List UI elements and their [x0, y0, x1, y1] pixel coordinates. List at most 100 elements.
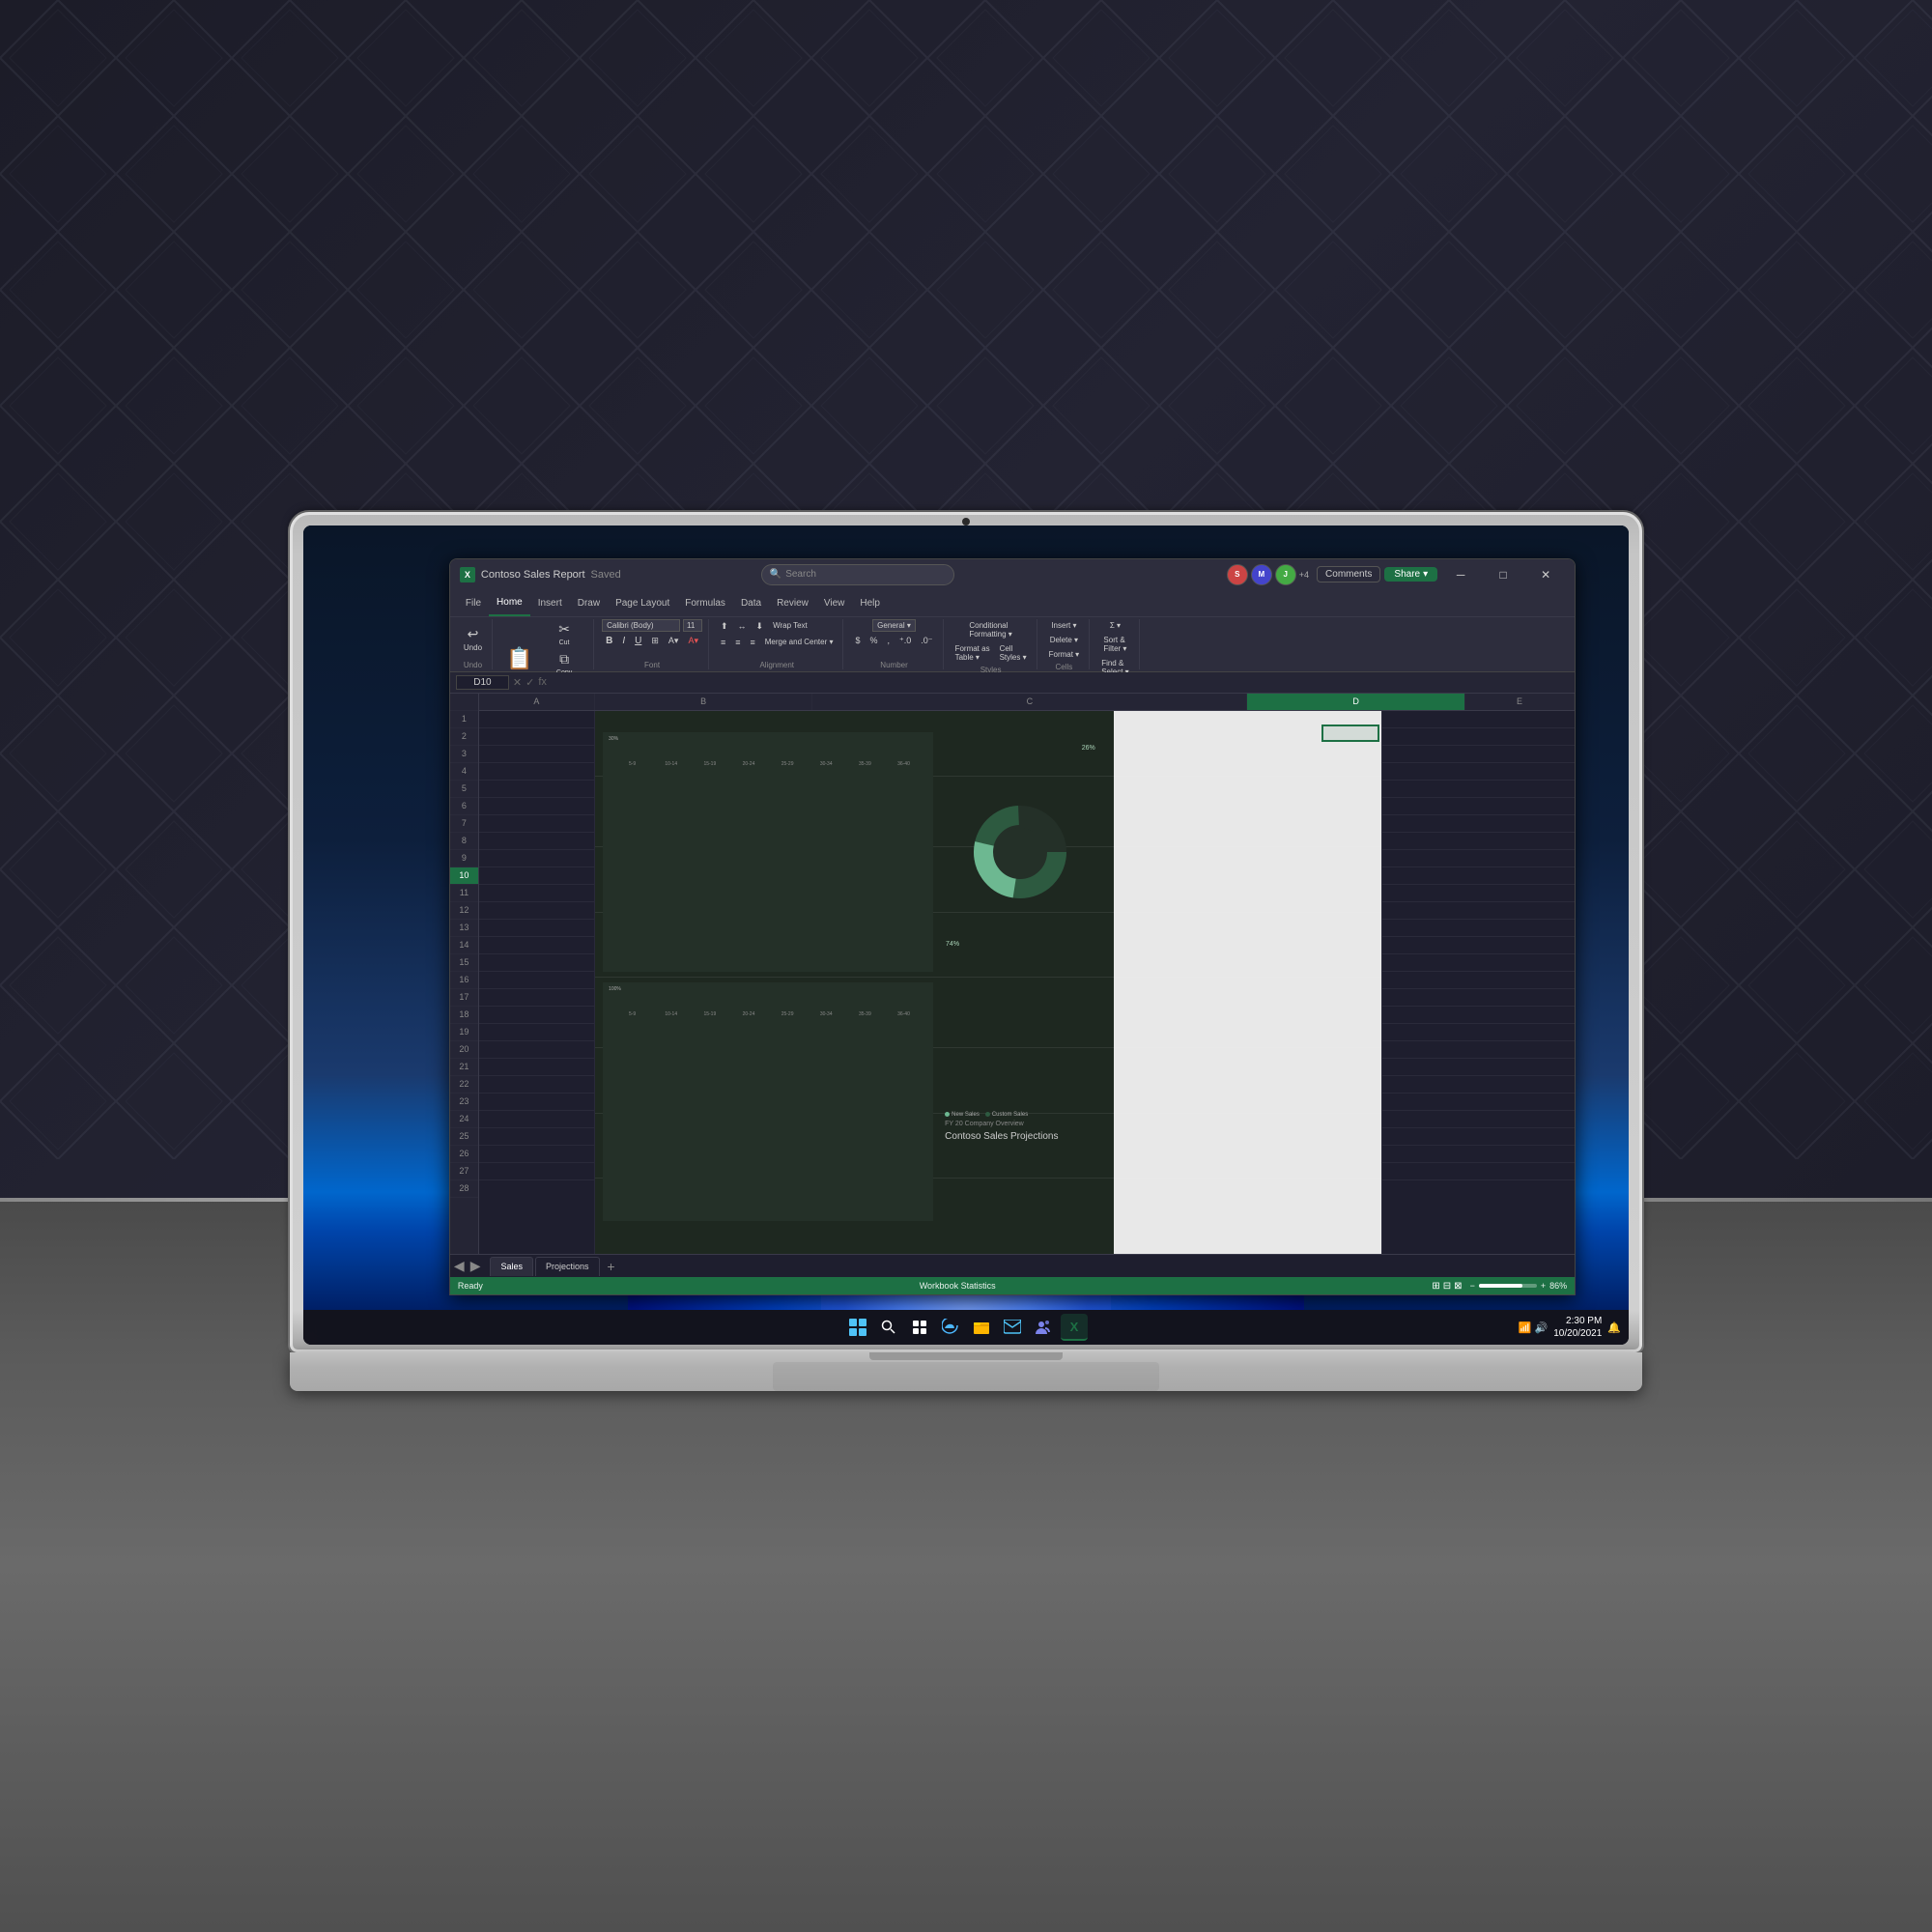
explorer-button[interactable]	[968, 1314, 995, 1341]
task-view-button[interactable]	[906, 1314, 933, 1341]
tab-page-layout[interactable]: Page Layout	[608, 589, 677, 616]
wrap-text-button[interactable]: Wrap Text	[769, 619, 811, 634]
normal-view-button[interactable]: ⊞	[1432, 1281, 1439, 1292]
delete-button[interactable]: Delete ▾	[1046, 634, 1082, 646]
tab-home[interactable]: Home	[489, 589, 530, 616]
align-top-button[interactable]: ⬆	[717, 619, 732, 634]
tab-draw[interactable]: Draw	[570, 589, 608, 616]
font-size-selector[interactable]: 11	[683, 619, 702, 632]
taskbar: X 📶 🔊 2:30 PM 10/20/2021	[303, 1310, 1629, 1345]
row-header-12: 12	[450, 902, 478, 920]
title-search[interactable]: 🔍 Search	[761, 564, 954, 585]
chart-legend: New Sales Custom Sales	[945, 1112, 1110, 1118]
sheet-tab-sales[interactable]: Sales	[490, 1257, 533, 1276]
excel-taskbar-icon: X	[1070, 1320, 1079, 1334]
border-button[interactable]: ⊞	[647, 634, 663, 648]
cell-reference[interactable]: D10	[456, 675, 509, 690]
taskbar-search-button[interactable]	[875, 1314, 902, 1341]
layout-view-button[interactable]: ⊟	[1443, 1281, 1451, 1292]
title-controls: S M J +4 Comments Share ▾ ─	[1227, 561, 1565, 588]
sheet-nav-left[interactable]: ◀	[454, 1258, 465, 1274]
tab-insert[interactable]: Insert	[530, 589, 570, 616]
sheet-nav-right[interactable]: ▶	[470, 1258, 481, 1274]
insert-button[interactable]: Insert ▾	[1047, 619, 1080, 632]
start-button[interactable]	[844, 1314, 871, 1341]
align-left-button[interactable]: ≡	[717, 636, 729, 649]
zoom-slider[interactable]	[1479, 1284, 1537, 1288]
mail-button[interactable]	[999, 1314, 1026, 1341]
excel-taskbar-button[interactable]: X	[1061, 1314, 1088, 1341]
format-as-table-button[interactable]: Format asTable ▾	[952, 642, 994, 664]
tab-file[interactable]: File	[458, 589, 489, 616]
bold-button[interactable]: B	[602, 634, 616, 648]
minimize-button[interactable]: ─	[1441, 561, 1480, 588]
col-header-d[interactable]: D	[1247, 694, 1465, 710]
left-cells	[479, 711, 595, 1254]
styles-group: ConditionalFormatting ▾ Format asTable ▾…	[946, 619, 1037, 669]
col-header-b[interactable]: B	[595, 694, 813, 710]
comments-button[interactable]: Comments	[1317, 566, 1380, 582]
row-header-17: 17	[450, 989, 478, 1007]
underline-button[interactable]: U	[631, 634, 645, 648]
tab-formulas[interactable]: Formulas	[677, 589, 733, 616]
fill-color-button[interactable]: A▾	[665, 634, 683, 648]
format-button[interactable]: Format ▾	[1045, 648, 1084, 661]
view-buttons: ⊞ ⊟ ⊠	[1432, 1281, 1462, 1292]
close-button[interactable]: ✕	[1526, 561, 1565, 588]
excel-window[interactable]: X Contoso Sales Report Saved 🔍 Search	[449, 558, 1576, 1295]
decrease-decimal-button[interactable]: .0⁻	[917, 634, 936, 648]
undo-button[interactable]: ↩ Undo	[460, 623, 486, 654]
scene: X Contoso Sales Report Saved 🔍 Search	[0, 0, 1932, 1932]
percent-button[interactable]: %	[867, 634, 882, 648]
font-color-button[interactable]: A▾	[684, 634, 702, 648]
align-bottom-button[interactable]: ⬇	[753, 619, 768, 634]
zoom-minus[interactable]: −	[1470, 1281, 1475, 1291]
col-header-e[interactable]: E	[1465, 694, 1575, 710]
share-button[interactable]: Share ▾	[1384, 567, 1437, 582]
formula-input[interactable]	[551, 677, 1569, 688]
col-header-c[interactable]: C	[812, 694, 1247, 710]
row-header-24: 24	[450, 1111, 478, 1128]
add-sheet-button[interactable]: +	[602, 1257, 621, 1276]
sheet-tabs: ◀ ▶ Sales Projections +	[450, 1254, 1575, 1277]
italic-button[interactable]: I	[618, 634, 629, 648]
autosum-button[interactable]: Σ ▾	[1106, 619, 1124, 632]
donut-svg	[962, 794, 1078, 910]
teams-button[interactable]	[1030, 1314, 1057, 1341]
font-name-selector[interactable]: Calibri (Body)	[602, 619, 680, 632]
number-format-selector[interactable]: General ▾	[872, 619, 916, 632]
align-middle-button[interactable]: ↔	[734, 619, 751, 634]
sort-filter-button[interactable]: Sort &Filter ▾	[1099, 634, 1130, 655]
cell-styles-button[interactable]: CellStyles ▾	[996, 642, 1031, 664]
col-header-a[interactable]: A	[479, 694, 595, 710]
currency-button[interactable]: $	[851, 634, 864, 648]
notification-button[interactable]: 🔔	[1607, 1321, 1621, 1334]
laptop: X Contoso Sales Report Saved 🔍 Search	[290, 512, 1642, 1391]
bar-labels-bottom: 5-9 10-14 15-19 20-24 25-29 30-34 35-39	[611, 1009, 925, 1017]
cut-button[interactable]: ✂ Cut	[541, 619, 587, 648]
align-center-button[interactable]: ≡	[731, 636, 744, 649]
row-header-21: 21	[450, 1059, 478, 1076]
touchpad[interactable]	[773, 1362, 1159, 1391]
tab-view[interactable]: View	[816, 589, 853, 616]
tab-help[interactable]: Help	[852, 589, 888, 616]
wifi-icon: 📶	[1519, 1321, 1532, 1334]
sheet-tab-projections[interactable]: Projections	[535, 1257, 600, 1276]
merge-center-button[interactable]: Merge and Center ▾	[761, 636, 838, 649]
user-avatar-3: J	[1275, 564, 1296, 585]
mail-icon	[1004, 1320, 1021, 1335]
tab-data[interactable]: Data	[733, 589, 769, 616]
conditional-formatting-button[interactable]: ConditionalFormatting ▾	[965, 619, 1015, 640]
donut-label-26: 26%	[1082, 745, 1095, 752]
tab-review[interactable]: Review	[769, 589, 816, 616]
zoom-plus[interactable]: +	[1541, 1281, 1546, 1291]
comma-button[interactable]: ,	[884, 634, 895, 648]
taskbar-clock[interactable]: 2:30 PM 10/20/2021	[1553, 1315, 1602, 1340]
selected-cell[interactable]	[1321, 724, 1379, 742]
maximize-button[interactable]: □	[1484, 561, 1522, 588]
chart-bars-top	[611, 740, 925, 759]
page-view-button[interactable]: ⊠	[1454, 1281, 1462, 1292]
edge-button[interactable]	[937, 1314, 964, 1341]
align-right-button[interactable]: ≡	[747, 636, 759, 649]
increase-decimal-button[interactable]: ⁺.0	[895, 634, 915, 648]
